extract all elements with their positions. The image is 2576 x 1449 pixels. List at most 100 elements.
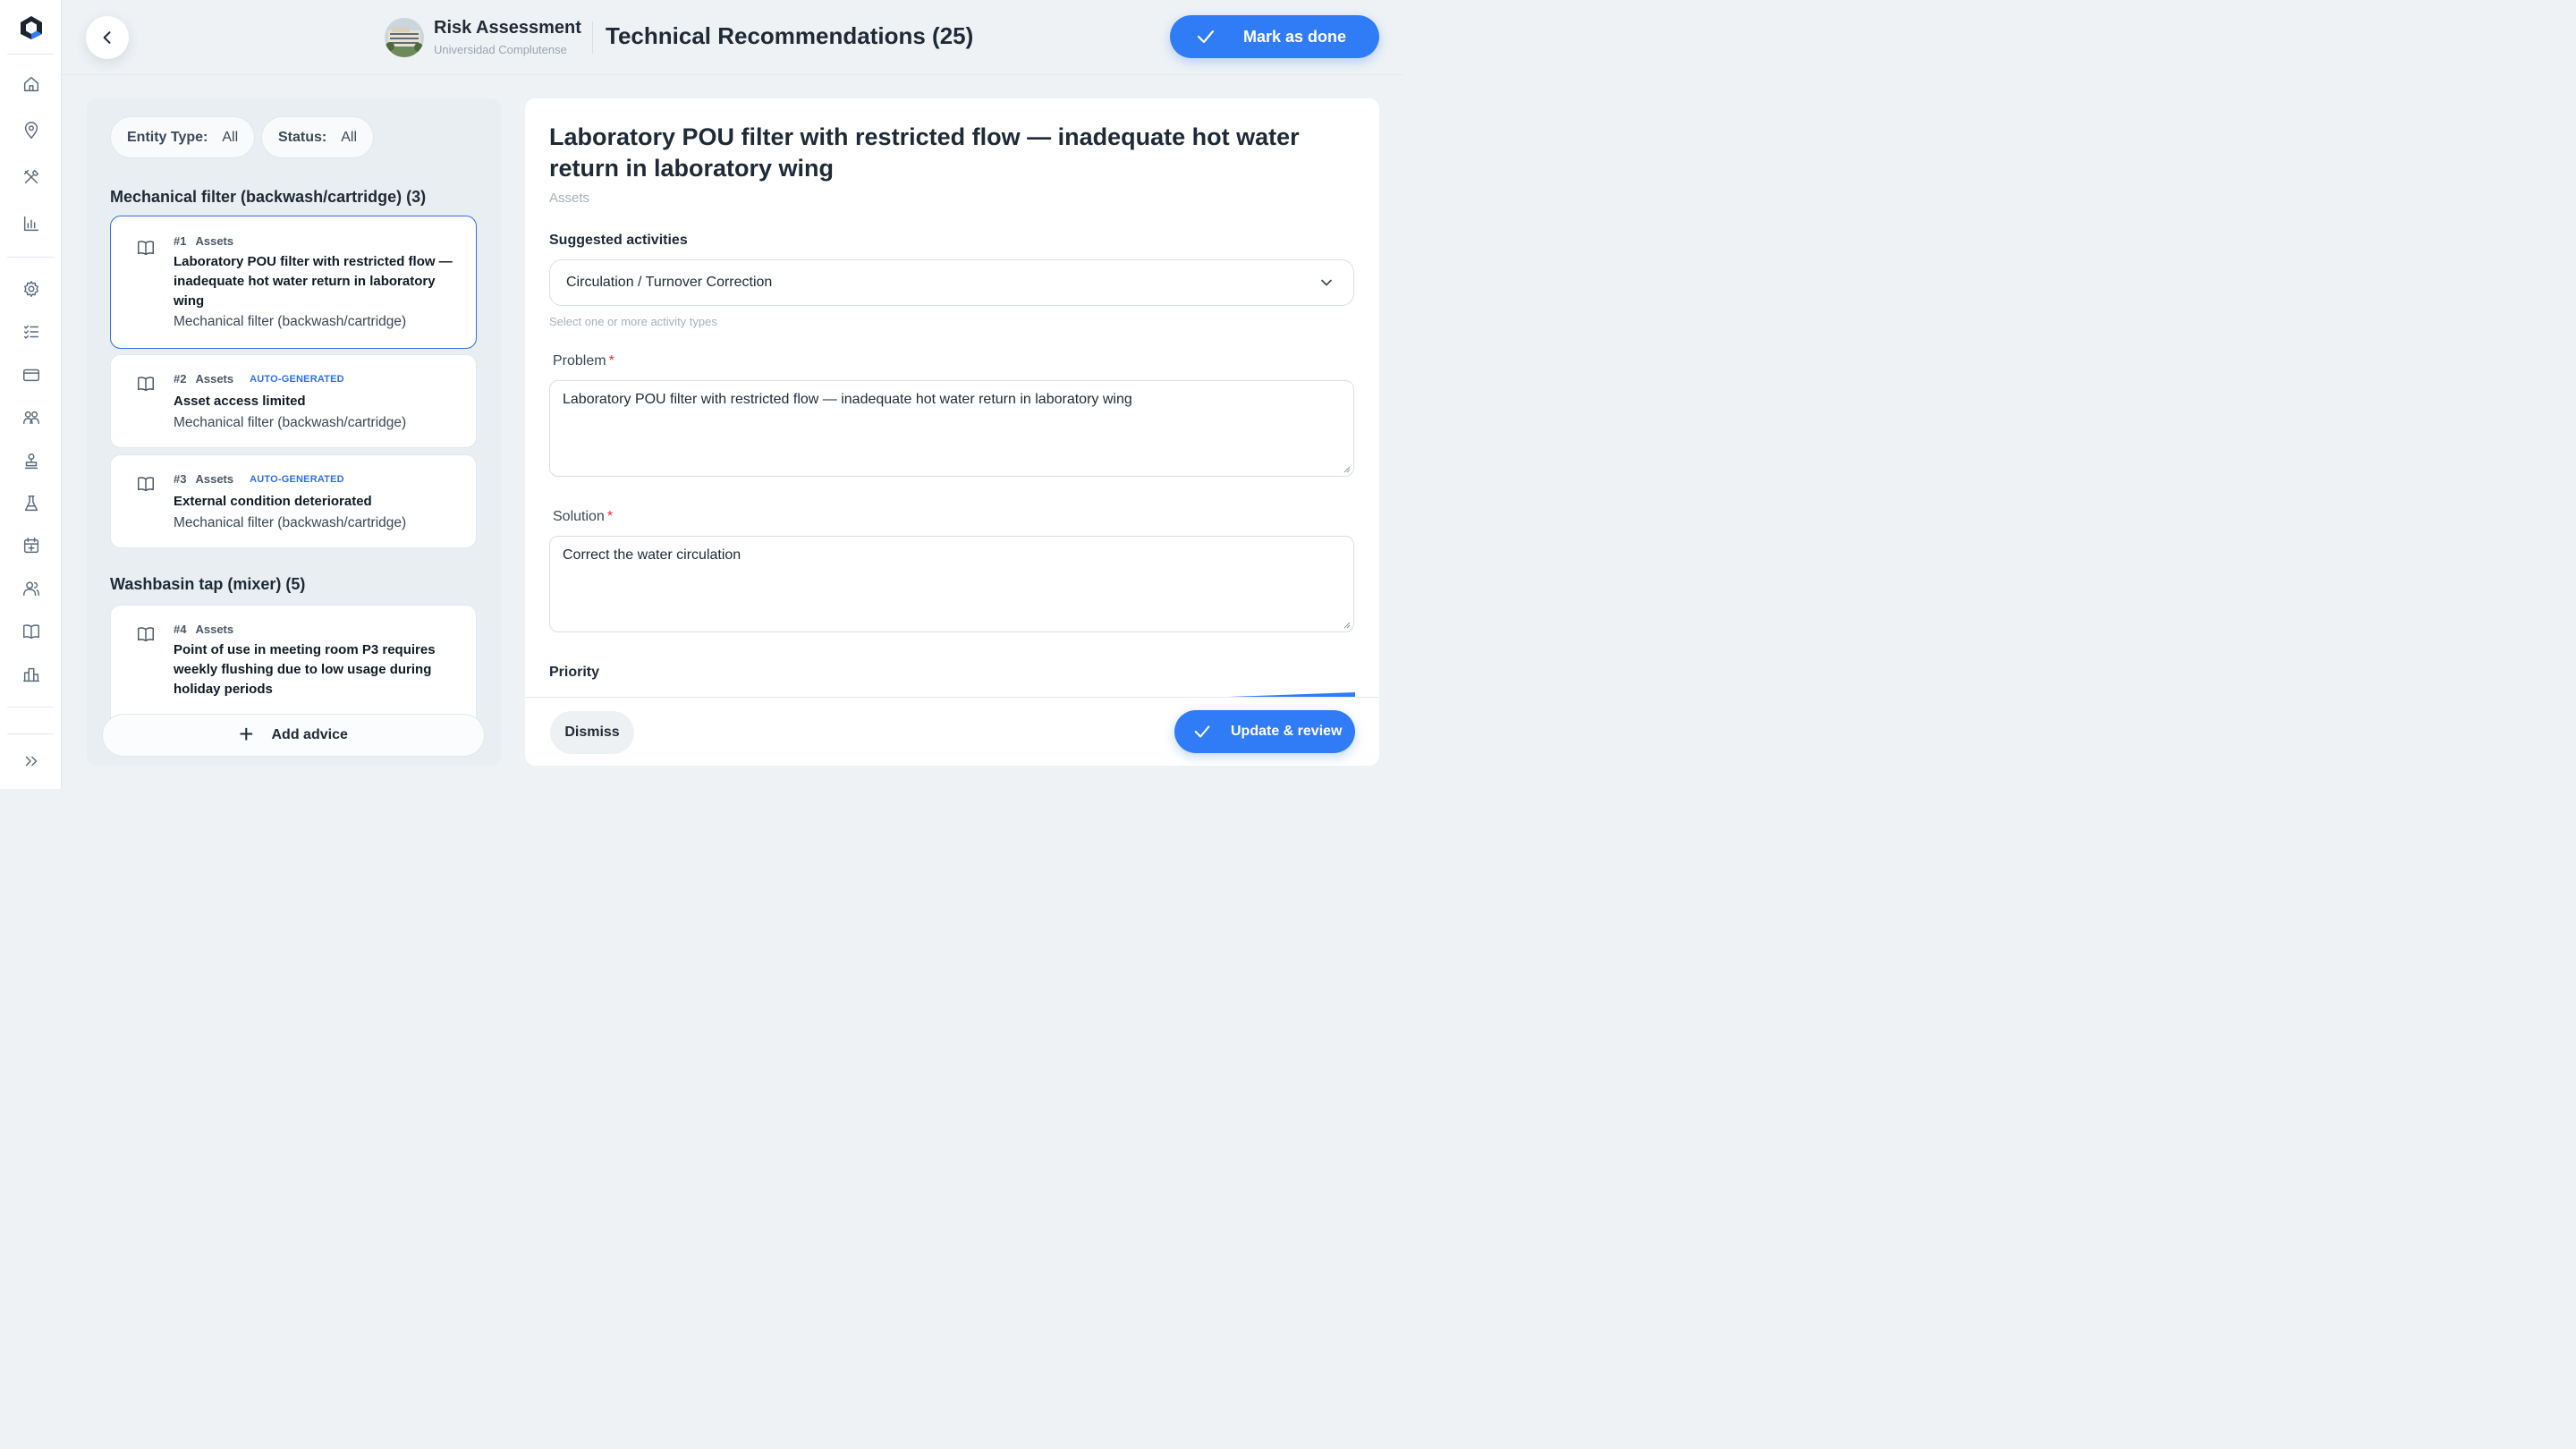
calendar-icon — [23, 538, 39, 554]
detail-category: Assets — [549, 191, 590, 206]
sidebar-item-locations[interactable] — [20, 119, 43, 142]
users-icon — [23, 581, 39, 597]
filter-value: All — [222, 129, 239, 145]
sidebar-item-tools[interactable] — [20, 165, 43, 189]
check-icon — [1194, 725, 1210, 738]
building-chart-icon — [23, 667, 39, 682]
status-filter[interactable]: Status: All — [261, 116, 375, 158]
add-advice-label: Add advice — [271, 727, 348, 742]
card-number: #4 — [174, 623, 187, 636]
book-icon — [138, 627, 154, 642]
card-meta: #1 Assets — [174, 234, 233, 248]
detail-title: Laboratory POU filter with restricted fl… — [549, 123, 1300, 182]
card-meta: #2 Assets AUTO-GENERATED — [174, 372, 344, 386]
suggested-activities-select[interactable]: Circulation / Turnover Correction — [549, 259, 1354, 306]
header-divider-line — [62, 74, 1402, 75]
solution-textarea[interactable]: Correct the water circulation — [549, 536, 1354, 632]
card-category: Assets — [195, 372, 234, 386]
sidebar-item-library[interactable] — [20, 620, 43, 643]
problem-label: Problem * — [553, 353, 614, 369]
card-meta: #3 Assets AUTO-GENERATED — [174, 472, 344, 486]
entity-type-filter[interactable]: Entity Type: All — [110, 116, 256, 158]
resize-grip-icon[interactable] — [1343, 622, 1351, 629]
sidebar-divider — [7, 257, 54, 258]
sidebar-item-teams[interactable] — [20, 406, 43, 429]
filter-label: Status: — [278, 129, 327, 145]
checklist-icon — [23, 325, 39, 339]
card-meta: #4 Assets — [174, 623, 233, 636]
book-icon — [138, 241, 154, 256]
location-pin-icon — [24, 122, 38, 139]
sidebar-divider — [7, 733, 54, 734]
flask-icon — [24, 496, 38, 512]
suggested-activities-label: Suggested activities — [549, 233, 688, 248]
sidebar — [0, 0, 62, 789]
group-title: Washbasin tap (mixer) (5) — [110, 575, 306, 593]
chevron-left-icon — [103, 31, 111, 44]
required-marker: * — [608, 353, 614, 369]
auto-generated-badge: AUTO-GENERATED — [250, 473, 344, 485]
back-button[interactable] — [86, 16, 129, 59]
page-title: Technical Recommendations (25) — [606, 22, 974, 49]
sidebar-item-users[interactable] — [20, 577, 43, 600]
card-icon — [23, 369, 39, 382]
suggested-activities-hint: Select one or more activity types — [549, 315, 717, 328]
problem-text: Laboratory POU filter with restricted fl… — [563, 392, 1132, 407]
recommendation-card[interactable]: #3 Assets AUTO-GENERATED External condit… — [110, 454, 477, 548]
group-title: Mechanical filter (backwash/cartridge) (… — [110, 188, 427, 206]
chevron-down-icon — [1321, 279, 1332, 286]
mark-as-done-label: Mark as done — [1243, 27, 1347, 46]
sidebar-item-reports[interactable] — [20, 212, 43, 235]
card-category: Assets — [195, 234, 234, 248]
recommendation-card[interactable]: #2 Assets AUTO-GENERATED Asset access li… — [110, 354, 477, 448]
card-title: Point of use in meeting room P3 requires… — [174, 642, 436, 697]
sidebar-item-billing[interactable] — [20, 363, 43, 386]
card-category: Assets — [195, 472, 234, 486]
gear-icon — [24, 281, 38, 297]
mark-as-done-button[interactable]: Mark as done — [1170, 15, 1379, 58]
card-number: #1 — [174, 234, 187, 248]
tools-icon — [23, 169, 39, 184]
sidebar-divider — [7, 54, 54, 55]
solution-label: Solution * — [553, 509, 613, 525]
groups-icon — [23, 411, 39, 425]
card-number: #2 — [174, 372, 187, 386]
update-review-button[interactable]: Update & review — [1174, 710, 1355, 753]
card-title: Laboratory POU filter with restricted fl… — [174, 254, 453, 309]
card-title: External condition deteriorated — [174, 494, 372, 509]
plus-icon: + — [239, 719, 254, 748]
problem-textarea[interactable]: Laboratory POU filter with restricted fl… — [549, 380, 1354, 477]
card-subtitle: Mechanical filter (backwash/cartridge) — [174, 314, 407, 329]
sidebar-item-home[interactable] — [20, 72, 43, 96]
sidebar-item-calendar[interactable] — [20, 534, 43, 557]
book-icon — [138, 477, 154, 492]
sidebar-item-tasks[interactable] — [20, 320, 43, 343]
building-thumbnail — [385, 18, 424, 57]
sidebar-item-buildings[interactable] — [20, 663, 43, 686]
recommendation-card[interactable]: #1 Assets Laboratory POU filter with res… — [110, 216, 477, 349]
dismiss-button[interactable]: Dismiss — [550, 711, 634, 754]
header-divider — [592, 21, 593, 54]
stamp-icon — [24, 453, 38, 470]
add-advice-button[interactable]: + Add advice — [102, 714, 485, 757]
sidebar-item-settings[interactable] — [20, 277, 43, 301]
app-title: Risk Assessment — [434, 18, 581, 38]
card-subtitle: Mechanical filter (backwash/cartridge) — [174, 515, 407, 530]
expand-icon — [25, 756, 38, 767]
sidebar-item-approvals[interactable] — [20, 450, 43, 473]
card-number: #3 — [174, 472, 187, 486]
solution-label-text: Solution — [553, 509, 605, 524]
problem-label-text: Problem — [553, 353, 606, 369]
book-icon — [138, 377, 154, 392]
sidebar-item-laboratory[interactable] — [20, 492, 43, 515]
resize-grip-icon[interactable] — [1343, 466, 1351, 473]
sidebar-expand-button[interactable] — [20, 750, 43, 773]
app-logo-icon[interactable] — [18, 14, 45, 41]
sidebar-divider — [7, 707, 54, 708]
auto-generated-badge: AUTO-GENERATED — [250, 373, 344, 385]
update-review-label: Update & review — [1231, 724, 1343, 739]
solution-text: Correct the water circulation — [563, 547, 741, 563]
card-subtitle: Mechanical filter (backwash/cartridge) — [174, 415, 407, 430]
check-icon — [1197, 30, 1215, 44]
bar-chart-icon — [23, 216, 39, 232]
